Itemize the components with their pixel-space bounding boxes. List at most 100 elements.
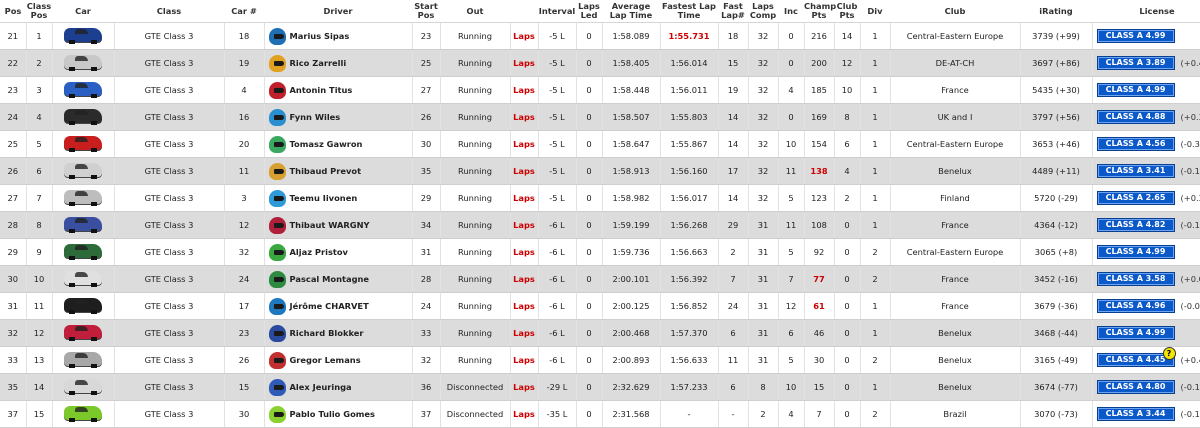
out-cell: Running (440, 185, 510, 212)
fastest-lap-cell: 1:55.867 (660, 131, 718, 158)
driver-cell: Thibaud Prevot (264, 158, 412, 185)
driver-name[interactable]: Gregor Lemans (290, 355, 361, 365)
div-cell: 1 (860, 374, 890, 401)
col-class-pos[interactable]: Class Pos (26, 0, 52, 23)
laps-link[interactable]: Laps (513, 301, 535, 311)
laps-link[interactable]: Laps (513, 139, 535, 149)
laps-comp-cell: 32 (748, 77, 778, 104)
table-row: 23 3 GTE Class 3 4 Antonin Titus 27 Runn… (0, 77, 1200, 104)
col-class[interactable]: Class (114, 0, 224, 23)
interval-cell: -6 L (538, 239, 576, 266)
laps-link[interactable]: Laps (513, 85, 535, 95)
interval-cell: -35 L (538, 401, 576, 428)
class-cell: GTE Class 3 (114, 401, 224, 428)
col-start-pos[interactable]: Start Pos (412, 0, 440, 23)
col-pos[interactable]: Pos (0, 0, 26, 23)
inc-cell: 5 (778, 185, 804, 212)
laps-link-cell: Laps (510, 131, 538, 158)
driver-name[interactable]: Teemu Iivonen (290, 193, 358, 203)
start-pos-cell: 29 (412, 185, 440, 212)
col-inc[interactable]: Inc (778, 0, 804, 23)
div-cell: 1 (860, 131, 890, 158)
license-badge: CLASS A 4.99 (1097, 245, 1175, 259)
laps-led-cell: 0 (576, 50, 602, 77)
car-number-cell: 19 (224, 50, 264, 77)
start-pos-cell: 23 (412, 23, 440, 50)
pos-cell: 31 (0, 293, 26, 320)
license-change: (-0.15) (1181, 409, 1200, 419)
col-interval[interactable]: Interval (538, 0, 576, 23)
col-license[interactable]: License (1092, 0, 1200, 23)
champ-pts-cell: 92 (804, 239, 834, 266)
start-pos-cell: 24 (412, 293, 440, 320)
laps-link[interactable]: Laps (513, 31, 535, 41)
col-car-number[interactable]: Car # (224, 0, 264, 23)
laps-link[interactable]: Laps (513, 328, 535, 338)
driver-name[interactable]: Pascal Montagne (290, 274, 370, 284)
laps-link[interactable]: Laps (513, 274, 535, 284)
class-cell: GTE Class 3 (114, 50, 224, 77)
license-change: (-0.17) (1181, 220, 1200, 230)
out-cell: Running (440, 293, 510, 320)
driver-name[interactable]: Jérôme CHARVET (290, 301, 369, 311)
club-pts-cell: 0 (834, 212, 860, 239)
laps-link[interactable]: Laps (513, 409, 535, 419)
col-irating[interactable]: iRating (1020, 0, 1092, 23)
driver-cell: Aljaz Pristov (264, 239, 412, 266)
laps-link[interactable]: Laps (513, 382, 535, 392)
driver-name[interactable]: Thibaud Prevot (290, 166, 362, 176)
driver-name[interactable]: Richard Blokker (290, 328, 364, 338)
average-lap-cell: 1:58.982 (602, 185, 660, 212)
col-club[interactable]: Club (890, 0, 1020, 23)
laps-link[interactable]: Laps (513, 58, 535, 68)
champ-pts-cell: 7 (804, 401, 834, 428)
club-pts-cell: 2 (834, 185, 860, 212)
laps-link[interactable]: Laps (513, 112, 535, 122)
car-cell (52, 320, 114, 347)
col-fast-lap-number[interactable]: Fast Lap# (718, 0, 748, 23)
col-average-lap-time[interactable]: Average Lap Time (602, 0, 660, 23)
irating-cell: 3797 (+56) (1020, 104, 1092, 131)
driver-name[interactable]: Marius Sipas (290, 31, 350, 41)
pos-cell: 30 (0, 266, 26, 293)
driver-name[interactable]: Rico Zarrelli (290, 58, 347, 68)
license-badge: CLASS A 4.99 (1097, 326, 1175, 340)
fast-lap-number-cell: 7 (718, 266, 748, 293)
driver-name[interactable]: Pablo Tulio Gomes (290, 409, 375, 419)
driver-name[interactable]: Aljaz Pristov (290, 247, 348, 257)
col-champ-pts[interactable]: Champ Pts (804, 0, 834, 23)
car-cell (52, 131, 114, 158)
col-laps-led[interactable]: Laps Led (576, 0, 602, 23)
col-laps-comp[interactable]: Laps Comp (748, 0, 778, 23)
driver-name[interactable]: Alex Jeuringa (290, 382, 352, 392)
laps-link[interactable]: Laps (513, 166, 535, 176)
driver-cell: Richard Blokker (264, 320, 412, 347)
average-lap-cell: 2:00.893 (602, 347, 660, 374)
col-fastest-lap-time[interactable]: Fastest Lap Time (660, 0, 718, 23)
laps-link[interactable]: Laps (513, 247, 535, 257)
driver-name[interactable]: Antonin Titus (290, 85, 353, 95)
col-club-pts[interactable]: Club Pts (834, 0, 860, 23)
interval-cell: -5 L (538, 158, 576, 185)
irating-cell: 3065 (+8) (1020, 239, 1092, 266)
class-cell: GTE Class 3 (114, 293, 224, 320)
driver-name[interactable]: Thibaut WARGNY (290, 220, 370, 230)
irating-cell: 3468 (-44) (1020, 320, 1092, 347)
driver-name[interactable]: Tomasz Gawron (290, 139, 363, 149)
inc-cell: 5 (778, 239, 804, 266)
col-div[interactable]: Div (860, 0, 890, 23)
col-driver[interactable]: Driver (264, 0, 412, 23)
laps-link[interactable]: Laps (513, 355, 535, 365)
out-cell: Running (440, 320, 510, 347)
col-out[interactable]: Out (440, 0, 510, 23)
laps-link[interactable]: Laps (513, 220, 535, 230)
fastest-lap-cell: 1:55.731 (660, 23, 718, 50)
club-cell: France (890, 293, 1020, 320)
col-car[interactable]: Car (52, 0, 114, 23)
driver-name[interactable]: Fynn Wiles (290, 112, 341, 122)
interval-cell: -29 L (538, 374, 576, 401)
question-mark-icon[interactable]: ? (1163, 347, 1176, 360)
license-badge: CLASS A 4.80 (1097, 380, 1175, 394)
laps-link[interactable]: Laps (513, 193, 535, 203)
car-icon (64, 28, 102, 42)
